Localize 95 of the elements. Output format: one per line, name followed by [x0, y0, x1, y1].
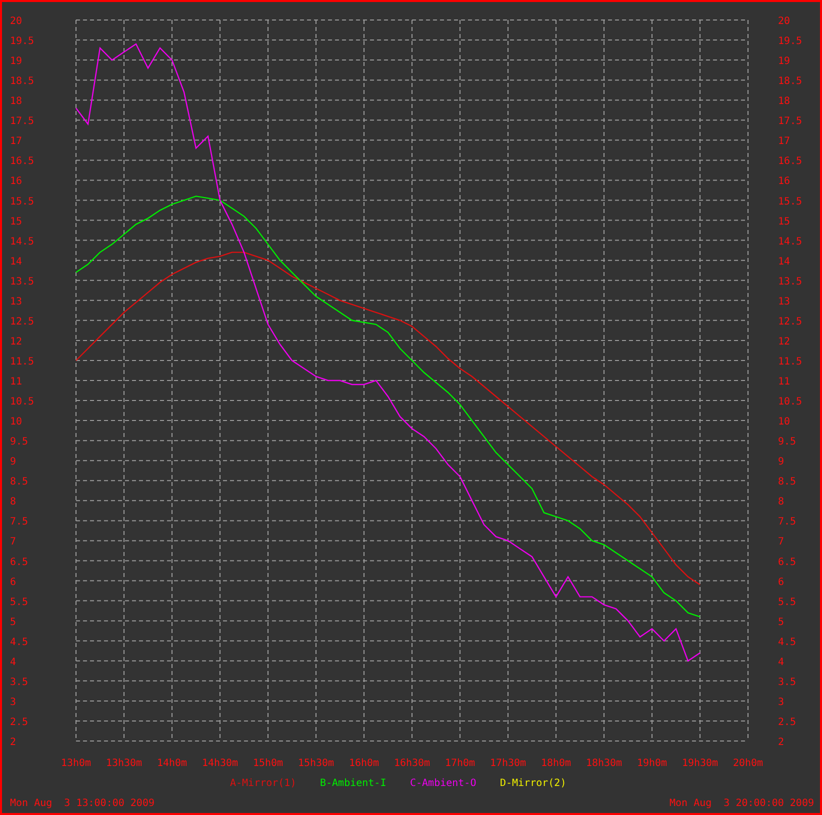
- axis-label: 14: [10, 256, 22, 268]
- axis-label: 13: [10, 296, 22, 308]
- timestamp: Mon Aug 3 20:00:00 2009: [670, 798, 814, 809]
- axis-label: 17: [778, 136, 790, 148]
- axis-label: 12.5: [778, 316, 802, 328]
- axis-label: 10.5: [778, 396, 802, 408]
- axis-label: 15.5: [778, 196, 802, 208]
- axis-label: 6.5: [778, 556, 796, 568]
- axis-label: 6: [778, 576, 784, 588]
- axis-label: 13: [778, 296, 790, 308]
- axis-label: 18.5: [778, 76, 802, 88]
- legend-label: C-Ambient-O: [410, 778, 476, 789]
- axis-label: 6: [10, 576, 16, 588]
- legend-label: A-Mirror(1): [230, 778, 296, 789]
- axis-label: 14h30m: [202, 758, 238, 769]
- axis-label: 16: [778, 176, 790, 188]
- axis-label: 19: [10, 56, 22, 68]
- axis-label: 18h0m: [540, 758, 572, 769]
- axis-label: 12.5: [10, 316, 34, 328]
- axis-label: 14.5: [10, 236, 34, 248]
- axis-label: 7.5: [778, 516, 796, 528]
- axis-label: 2.5: [10, 716, 28, 728]
- axis-label: 17h30m: [490, 758, 526, 769]
- axis-label: 8: [10, 496, 16, 508]
- axis-label: 8.5: [10, 476, 28, 488]
- axis-label: 19h0m: [636, 758, 668, 769]
- axis-label: 9: [778, 456, 784, 468]
- axis-label: 13.5: [10, 276, 34, 288]
- axis-label: 14: [778, 256, 790, 268]
- axis-label: 12: [778, 336, 790, 348]
- axis-label: 7: [10, 536, 16, 548]
- axis-label: 4.5: [10, 636, 28, 648]
- axis-label: 13h30m: [106, 758, 142, 769]
- axis-label: 3.5: [778, 676, 796, 688]
- axis-label: 5.5: [10, 596, 28, 608]
- legend-label: D-Mirror(2): [500, 778, 566, 789]
- axis-label: 5: [778, 616, 784, 628]
- axis-label: 12: [10, 336, 22, 348]
- axis-label: 18: [778, 96, 790, 108]
- axis-label: 2: [778, 737, 784, 748]
- axis-label: 16h30m: [394, 758, 430, 769]
- axis-label: 19h30m: [682, 758, 718, 769]
- axis-label: 7: [778, 536, 784, 548]
- axis-label: 7.5: [10, 516, 28, 528]
- axis-label: 9: [10, 456, 16, 468]
- axis-label: 16.5: [778, 156, 802, 168]
- axis-label: 17h0m: [444, 758, 476, 769]
- axis-label: 5: [10, 616, 16, 628]
- axis-label: 20: [10, 16, 22, 27]
- axis-label: 14h0m: [156, 758, 188, 769]
- axis-label: 10.5: [10, 396, 34, 408]
- axis-label: 11: [10, 376, 22, 388]
- axis-label: 19.5: [778, 36, 802, 48]
- axis-label: 4.5: [778, 636, 796, 648]
- axis-label: 11.5: [778, 356, 802, 368]
- axis-label: 20: [778, 16, 790, 27]
- axis-label: 8: [778, 496, 784, 508]
- axis-label: 17.5: [778, 116, 802, 128]
- axis-label: 16.5: [10, 156, 34, 168]
- axis-label: 9.5: [10, 436, 28, 448]
- axis-label: 13.5: [778, 276, 802, 288]
- axis-label: 16h0m: [348, 758, 380, 769]
- axis-label: 9.5: [778, 436, 796, 448]
- axis-label: 8.5: [778, 476, 796, 488]
- axis-label: 13h0m: [60, 758, 92, 769]
- axis-label: 4: [10, 656, 16, 668]
- axis-label: 6.5: [10, 556, 28, 568]
- axis-label: 18h30m: [586, 758, 622, 769]
- axis-label: 15.5: [10, 196, 34, 208]
- axis-label: 17.5: [10, 116, 34, 128]
- timestamp: Mon Aug 3 13:00:00 2009: [10, 798, 154, 809]
- axis-label: 2: [10, 737, 16, 748]
- axis-label: 3: [10, 696, 16, 708]
- axis-label: 19: [778, 56, 790, 68]
- axis-label: 18.5: [10, 76, 34, 88]
- axis-label: 2.5: [778, 716, 796, 728]
- axis-label: 3: [778, 696, 784, 708]
- axis-label: 17: [10, 136, 22, 148]
- axis-label: 5.5: [778, 596, 796, 608]
- axis-label: 15h0m: [252, 758, 284, 769]
- axis-label: 14.5: [778, 236, 802, 248]
- axis-label: 10: [10, 416, 22, 428]
- axis-label: 3.5: [10, 676, 28, 688]
- axis-label: 19.5: [10, 36, 34, 48]
- axis-label: 4: [778, 656, 784, 668]
- axis-label: 15: [778, 216, 790, 228]
- axis-label: 11.5: [10, 356, 34, 368]
- axis-label: 11: [778, 376, 790, 388]
- axis-label: 20h0m: [732, 758, 764, 769]
- axis-label: 15: [10, 216, 22, 228]
- legend-label: B-Ambient-I: [320, 778, 386, 789]
- axis-label: 18: [10, 96, 22, 108]
- axis-label: 15h30m: [298, 758, 334, 769]
- axis-label: 10: [778, 416, 790, 428]
- axis-label: 16: [10, 176, 22, 188]
